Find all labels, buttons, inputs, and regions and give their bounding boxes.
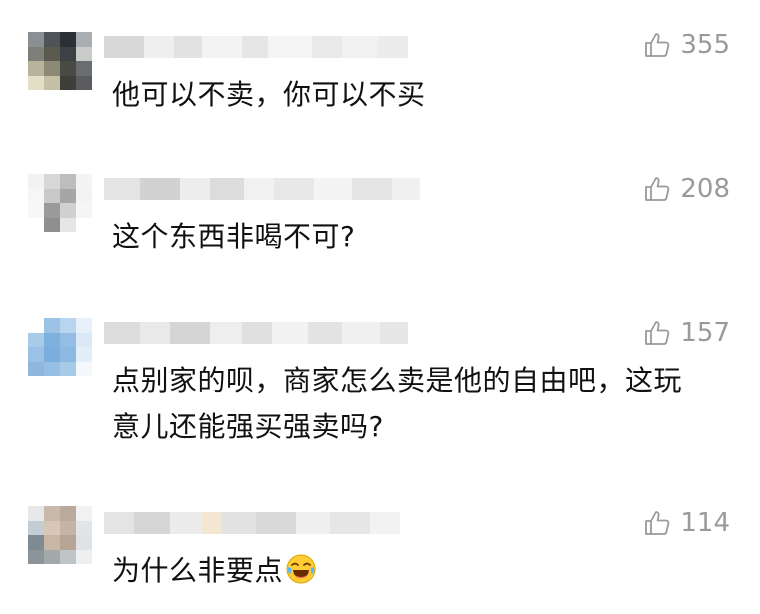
username-blurred[interactable]: [104, 178, 420, 200]
username-blurred[interactable]: [104, 512, 400, 534]
thumbs-up-icon: [644, 31, 672, 59]
comment-text-line2: 意儿还能强买强卖吗?: [112, 410, 384, 443]
comment-text: 他可以不卖，你可以不买: [112, 78, 426, 111]
thumbs-up-icon: [644, 509, 672, 537]
like-count: 208: [680, 174, 730, 204]
thumbs-up-icon: [644, 175, 672, 203]
avatar[interactable]: [28, 32, 92, 90]
avatar[interactable]: [28, 318, 92, 376]
username-blurred[interactable]: [104, 322, 408, 344]
thumbs-up-icon: [644, 319, 672, 347]
like-button[interactable]: 157: [644, 318, 730, 348]
like-count: 157: [680, 318, 730, 348]
comment-text: 为什么非要点: [112, 554, 284, 587]
avatar[interactable]: [28, 506, 92, 564]
like-button[interactable]: 355: [644, 30, 730, 60]
like-count: 114: [680, 508, 730, 538]
like-button[interactable]: 114: [644, 508, 730, 538]
like-button[interactable]: 208: [644, 174, 730, 204]
avatar[interactable]: [28, 174, 92, 232]
comment-text-row: 为什么非要点: [112, 548, 732, 594]
like-count: 355: [680, 30, 730, 60]
username-blurred[interactable]: [104, 36, 408, 58]
comment-text: 点别家的呗，商家怎么卖是他的自由吧，这玩: [112, 364, 683, 397]
comment-text: 这个东西非喝不可?: [112, 220, 356, 253]
laughing-with-tears-emoji-icon: [285, 553, 317, 585]
